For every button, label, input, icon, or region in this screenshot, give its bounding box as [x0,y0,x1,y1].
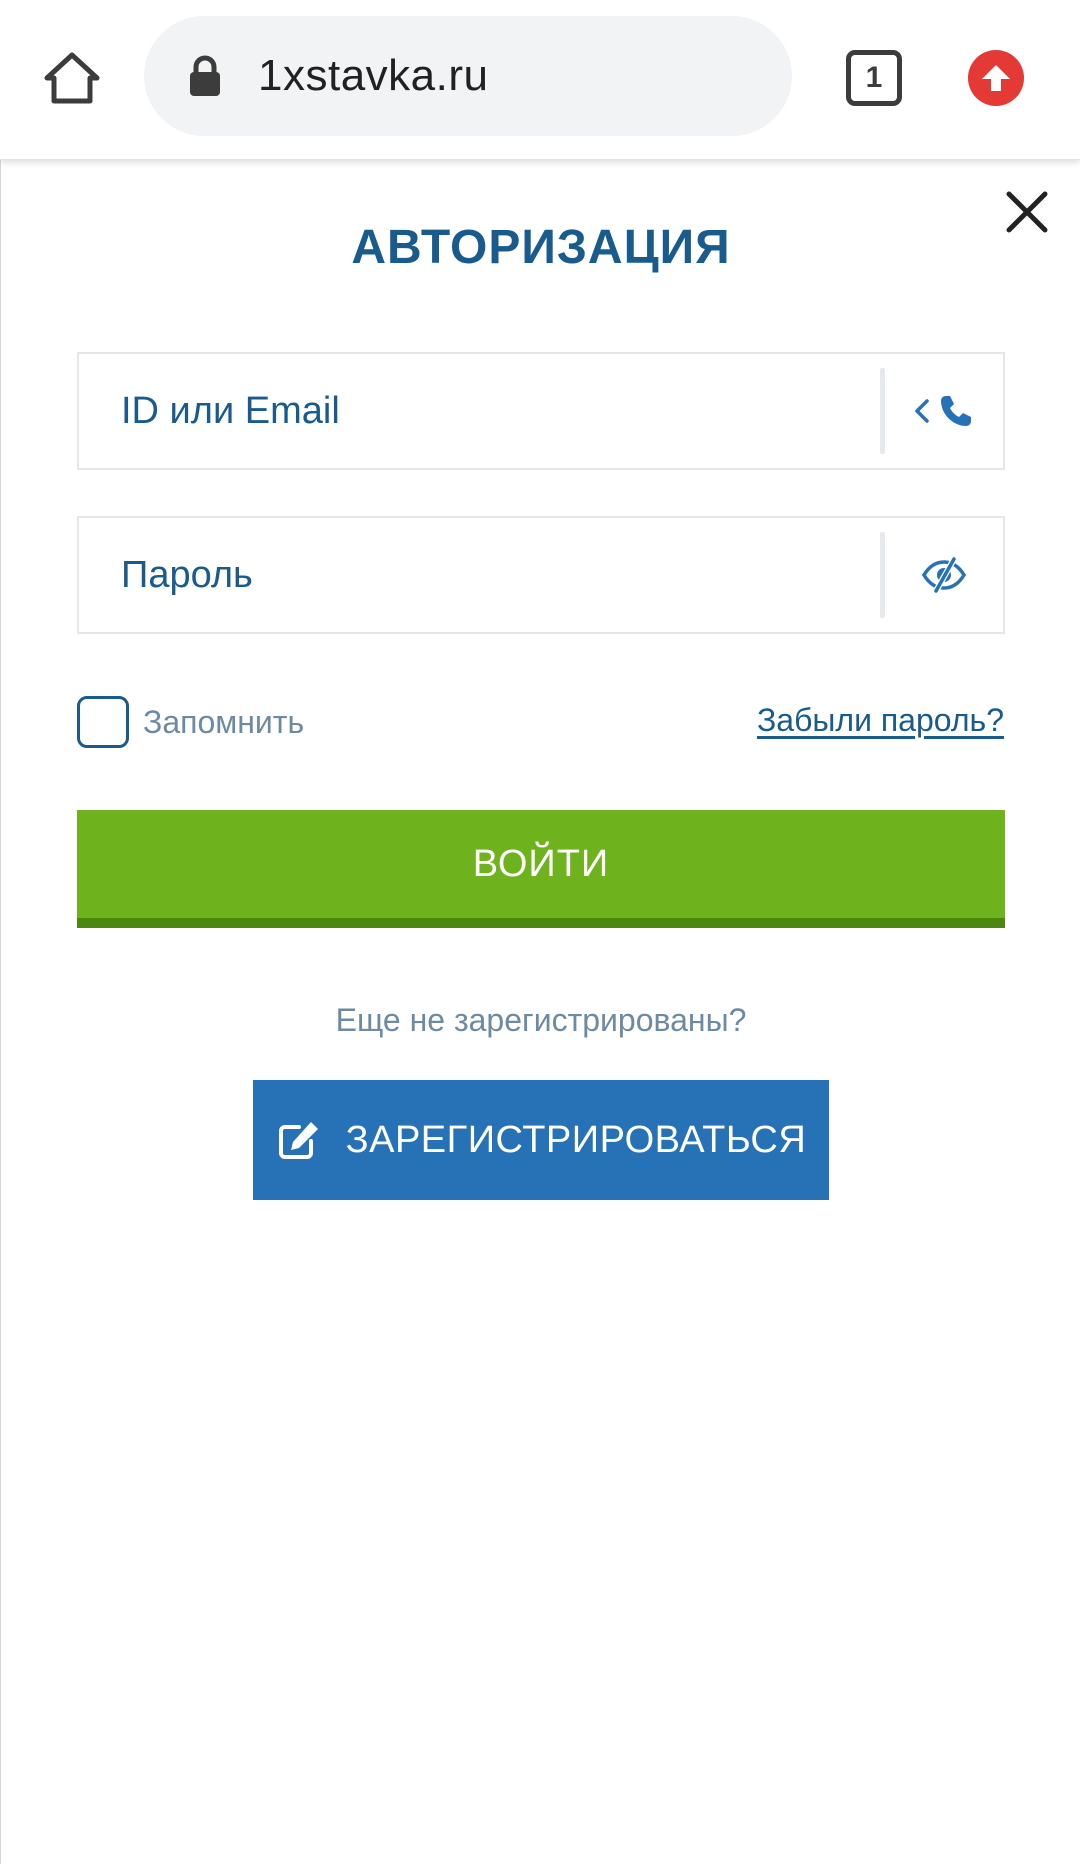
remember-label: Запомнить [143,703,305,740]
register-label: ЗАРЕГИСТРИРОВАТЬСЯ [345,1118,807,1161]
home-button[interactable] [36,42,108,114]
chevron-left-icon [915,399,929,423]
update-arrow-icon [982,65,1010,91]
forgot-password-link[interactable]: Забыли пароль? [757,702,1004,739]
register-button[interactable]: ЗАРЕГИСТРИРОВАТЬСЯ [253,1080,829,1200]
url-text: 1xstavka.ru [258,51,489,100]
remember-checkbox[interactable] [77,696,129,748]
browser-toolbar: 1xstavka.ru 1 [0,0,1080,160]
login-button[interactable]: ВОЙТИ [77,810,1005,928]
login-input[interactable] [79,354,880,468]
password-input[interactable] [79,518,880,632]
edit-icon [276,1117,322,1163]
login-modal: АВТОРИЗАЦИЯ Запомнить [0,160,1080,1864]
show-password-toggle[interactable] [885,518,1003,632]
not-registered-text: Еще не зарегистрированы? [335,1002,747,1038]
home-icon [44,52,100,104]
address-bar[interactable]: 1xstavka.ru [144,16,792,136]
lock-icon [184,52,226,100]
phone-login-toggle[interactable] [885,354,1003,468]
tab-count: 1 [865,61,883,94]
eye-slash-icon [921,557,967,593]
tabs-button[interactable]: 1 [846,50,902,106]
remember-me[interactable]: Запомнить [77,696,304,748]
password-field [77,516,1005,634]
update-button[interactable] [968,50,1024,106]
page-title: АВТОРИЗАЦИЯ [351,221,731,274]
login-field [77,352,1005,470]
phone-icon [941,396,971,426]
